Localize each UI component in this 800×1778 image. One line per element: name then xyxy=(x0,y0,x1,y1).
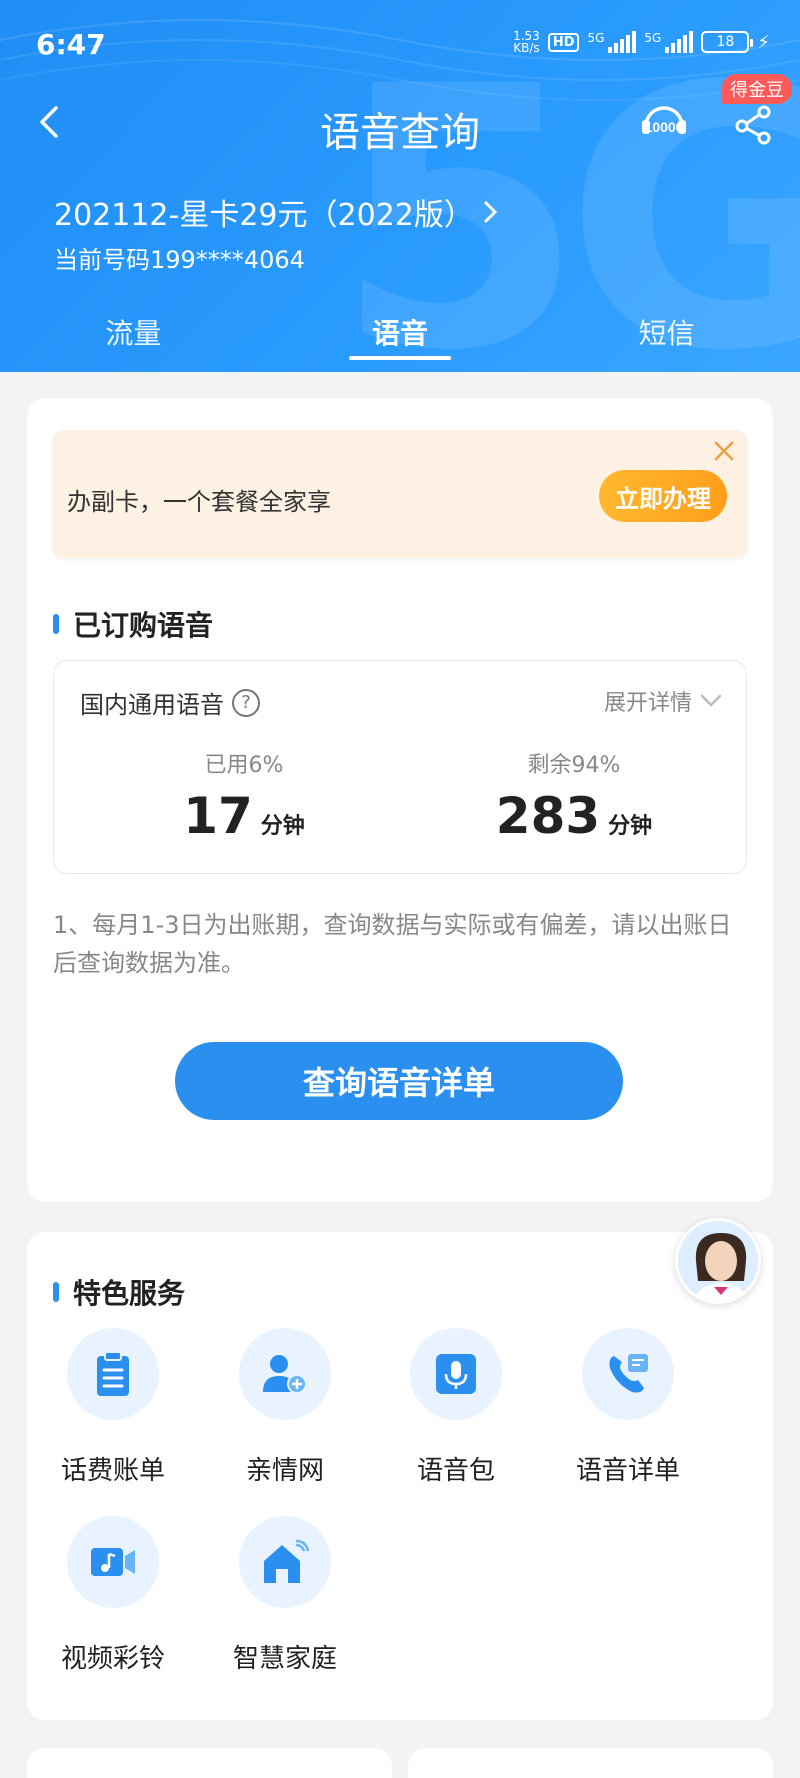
promo-banner[interactable]: 办副卡，一个套餐全家享 立即办理 xyxy=(53,430,747,558)
svg-text:10000: 10000 xyxy=(645,119,684,135)
section-title-subscribed: 已订购语音 xyxy=(53,604,213,644)
battery-icon: 18 xyxy=(701,31,754,53)
signal-icon-2: 5G xyxy=(644,31,694,53)
remaining-minutes: 283 xyxy=(495,787,601,845)
expand-details-button[interactable]: 展开详情 xyxy=(604,685,722,717)
remaining-stat: 剩余94% 283 分钟 xyxy=(495,753,653,845)
smart-home-icon xyxy=(239,1516,331,1608)
section-marker xyxy=(53,614,59,634)
chevron-right-icon xyxy=(484,201,497,223)
service-family-network[interactable]: 亲情网 xyxy=(199,1328,371,1487)
section-marker xyxy=(53,1282,59,1302)
promo-apply-button[interactable]: 立即办理 xyxy=(599,470,727,522)
hotline-10000-icon[interactable]: 10000 xyxy=(636,96,692,152)
tab-bar: 流量 语音 短信 xyxy=(0,308,800,372)
plan-name: 202112-星卡29元（2022版） xyxy=(54,198,474,233)
share-icon[interactable] xyxy=(730,100,778,148)
network-speed: 1.53 KB/s xyxy=(513,29,540,55)
close-icon[interactable] xyxy=(711,438,737,464)
call-detail-icon xyxy=(582,1328,674,1420)
status-bar: 6:47 1.53 KB/s HD 5G 5G 18 ⚡ xyxy=(0,0,800,90)
voice-package-box: 国内通用语音 ? 展开详情 已用6% 17 分钟 剩余94% 283 分钟 xyxy=(53,660,747,874)
service-smart-home[interactable]: 智慧家庭 xyxy=(199,1516,371,1675)
help-icon[interactable]: ? xyxy=(232,688,260,717)
featured-services-card: 特色服务 话费账单 亲情网 语音包 语音详单 视频彩铃 智慧家庭 xyxy=(27,1232,773,1720)
service-voice-pack[interactable]: 语音包 xyxy=(370,1328,542,1487)
service-video-ringtone[interactable]: 视频彩铃 xyxy=(27,1516,199,1675)
tab-voice[interactable]: 语音 xyxy=(267,308,534,372)
chevron-down-icon xyxy=(700,694,722,707)
service-bill[interactable]: 话费账单 xyxy=(27,1328,199,1487)
current-phone-number: 当前号码199****4064 xyxy=(54,246,305,274)
signal-icon: 5G xyxy=(587,31,637,53)
status-time: 6:47 xyxy=(36,28,106,61)
billing-note: 1、每月1-3日为出账期，查询数据与实际或有偏差，请以出账日后查询数据为准。 xyxy=(53,911,732,977)
header: 5G 6:47 1.53 KB/s HD 5G 5G 18 ⚡ 语音查询 100… xyxy=(0,0,800,372)
promo-text: 办副卡，一个套餐全家享 xyxy=(67,488,331,516)
video-ringtone-icon xyxy=(67,1516,159,1608)
tab-sms[interactable]: 短信 xyxy=(533,308,800,372)
plan-selector[interactable]: 202112-星卡29元（2022版） xyxy=(54,190,500,234)
query-voice-detail-button[interactable]: 查询语音详单 xyxy=(175,1042,623,1120)
used-minutes: 17 xyxy=(183,787,253,845)
bottom-card-left xyxy=(27,1748,392,1778)
bottom-card-right xyxy=(408,1748,773,1778)
voice-pack-icon xyxy=(410,1328,502,1420)
hd-icon: HD xyxy=(547,32,580,52)
used-stat: 已用6% 17 分钟 xyxy=(183,753,305,845)
assistant-avatar[interactable] xyxy=(675,1218,761,1304)
voice-usage-card: 办副卡，一个套餐全家享 立即办理 已订购语音 国内通用语音 ? 展开详情 已用6… xyxy=(27,398,773,1202)
bill-clipboard-icon xyxy=(67,1328,159,1420)
package-name: 国内通用语音 ? xyxy=(80,685,260,720)
tab-data[interactable]: 流量 xyxy=(0,308,267,372)
charging-icon: ⚡ xyxy=(757,31,770,53)
family-network-icon xyxy=(239,1328,331,1420)
section-title-services: 特色服务 xyxy=(53,1272,185,1312)
service-call-detail[interactable]: 语音详单 xyxy=(542,1328,714,1487)
